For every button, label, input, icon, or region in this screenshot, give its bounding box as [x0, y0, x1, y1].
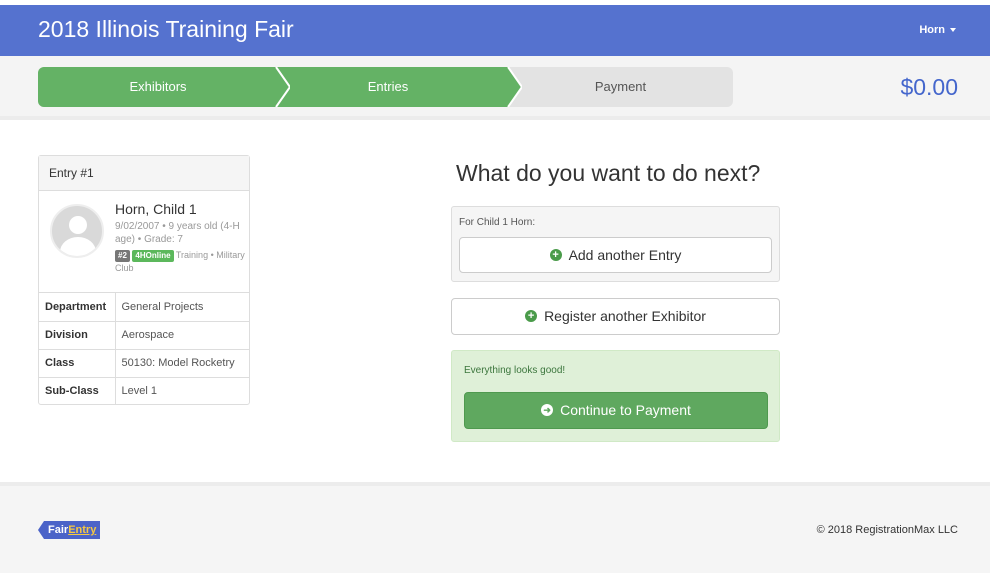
exhibitor-name: Horn, Child 1: [115, 201, 197, 217]
for-child-label: For Child 1 Horn:: [459, 217, 536, 228]
step-entries-label: Entries: [367, 79, 409, 94]
department-value: General Projects: [115, 293, 249, 322]
progress-area: Payment Entries Exhibitors $0.00: [0, 56, 990, 120]
user-menu-dropdown[interactable]: Horn: [919, 24, 956, 36]
add-entry-button[interactable]: + Add another Entry: [459, 237, 772, 273]
subclass-value: Level 1: [121, 385, 157, 398]
table-row: Class 50130: Model Rocketry: [39, 349, 249, 378]
plus-circle-icon: +: [525, 310, 538, 323]
source-badge: 4HOnline: [132, 250, 174, 262]
success-message: Everything looks good!: [464, 365, 566, 376]
arrow-right-circle-icon: ➜: [541, 404, 554, 417]
app-title: 2018 Illinois Training Fair: [38, 16, 294, 42]
continue-label: Continue to Payment: [560, 402, 691, 418]
copyright: © 2018 RegistrationMax LLC: [816, 524, 958, 536]
division-value: Aerospace: [115, 321, 249, 350]
step-exhibitors: Exhibitors: [38, 67, 278, 107]
table-row: Department General Projects: [39, 293, 249, 322]
table-row: Division Aerospace: [39, 321, 249, 350]
top-navbar: 2018 Illinois Training Fair Horn: [0, 5, 990, 56]
department-label: Department: [39, 293, 116, 322]
class-label: Class: [39, 349, 116, 378]
entry-card: Entry #1 Horn, Child 1 9/02/2007 • 9 yea…: [38, 155, 250, 405]
step-exhibitors-label: Exhibitors: [129, 79, 187, 94]
step-payment-label: Payment: [594, 79, 647, 94]
success-panel: Everything looks good! ➜ Continue to Paym…: [451, 350, 780, 442]
plus-circle-icon: +: [549, 249, 562, 262]
fairentry-logo[interactable]: FairEntry: [38, 521, 101, 539]
progress-steps: Payment Entries Exhibitors: [38, 67, 733, 107]
continue-to-payment-button[interactable]: ➜ Continue to Payment: [464, 392, 768, 429]
footer: FairEntry © 2018 RegistrationMax LLC: [0, 482, 990, 573]
register-exhibitor-button[interactable]: + Register another Exhibitor: [451, 298, 780, 335]
class-value: 50130: Model Rocketry: [115, 349, 249, 378]
next-steps-heading: What do you want to do next?: [456, 160, 761, 186]
chevron-down-icon: [950, 28, 956, 33]
exhibitor-summary: Horn, Child 1 9/02/2007 • 9 years old (4…: [39, 191, 249, 293]
entry-card-title: Entry #1: [39, 156, 249, 191]
division-label: Division: [39, 321, 116, 350]
exhibitor-tags: #2 4HOnline Training • Military Club: [115, 249, 247, 275]
table-row: Sub-Class Level 1: [39, 377, 249, 405]
register-exhibitor-label: Register another Exhibitor: [544, 308, 706, 324]
exhibitor-number-badge: #2: [115, 250, 130, 262]
entry-details-table: Department General Projects Division Aer…: [39, 293, 249, 405]
subclass-label: Sub-Class: [39, 377, 116, 405]
logo-text: FairEntry: [44, 521, 101, 539]
exhibitor-meta: 9/02/2007 • 9 years old (4-H age) • Grad…: [115, 221, 240, 245]
user-menu-label: Horn: [919, 24, 945, 36]
avatar: [50, 204, 104, 258]
child-actions-panel: For Child 1 Horn: + Add another Entry: [451, 206, 780, 282]
step-entries: Entries: [268, 67, 508, 107]
step-payment: Payment: [508, 67, 733, 107]
step-divider-icon: [498, 67, 522, 107]
add-entry-label: Add another Entry: [568, 247, 682, 263]
cart-total: $0.00: [900, 74, 958, 100]
step-divider-icon: [266, 67, 290, 107]
